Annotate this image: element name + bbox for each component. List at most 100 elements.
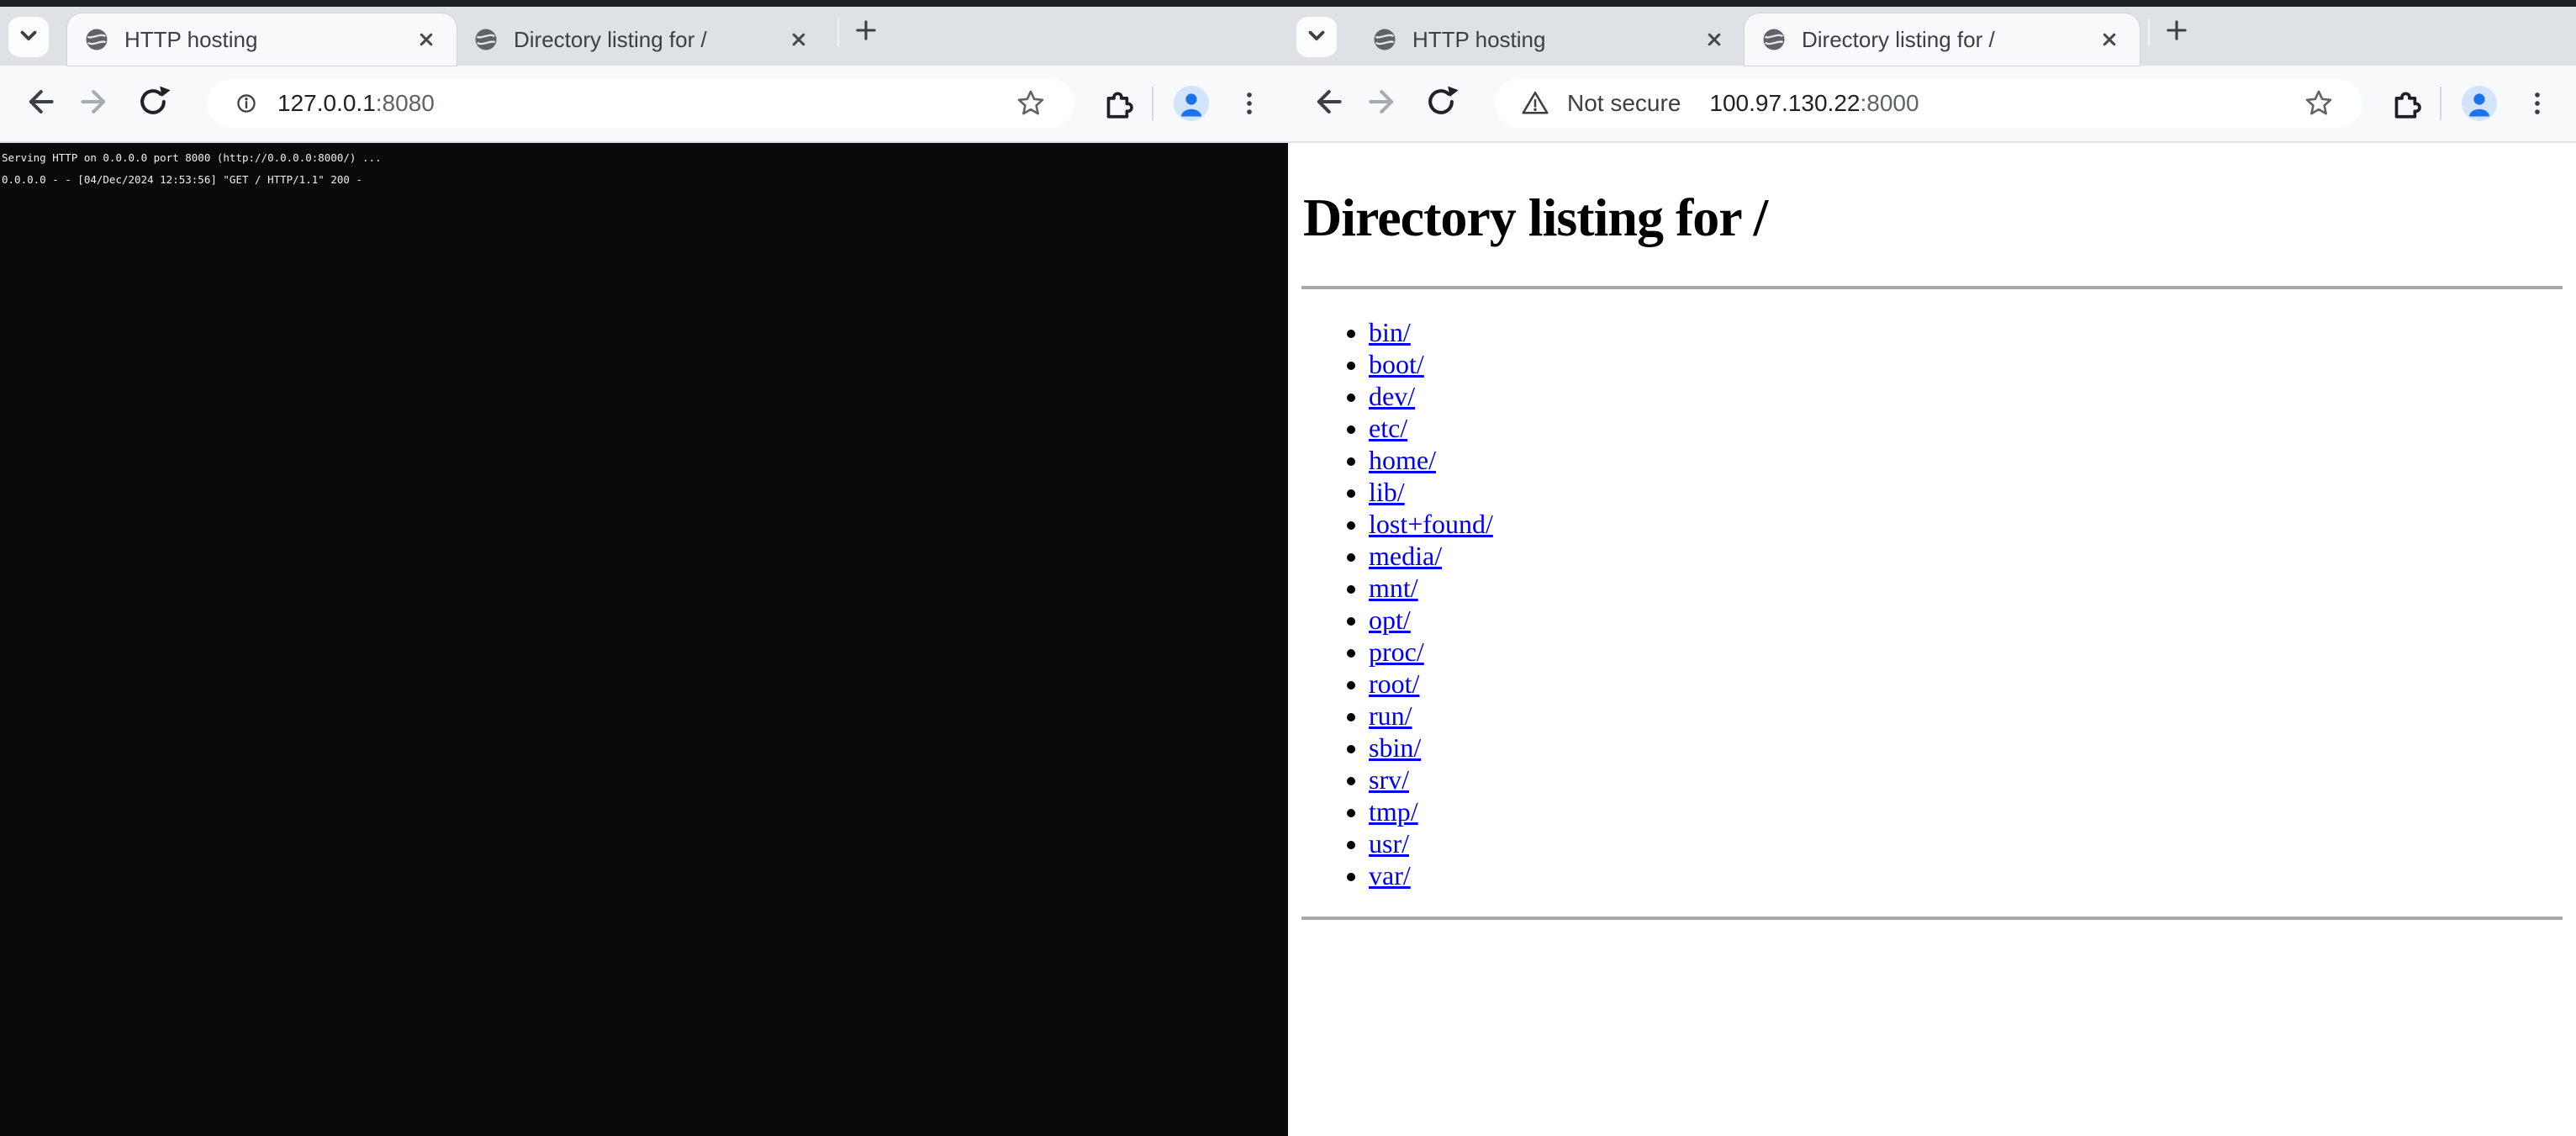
tab-title: Directory listing for / — [1802, 27, 2081, 53]
tab-title: HTTP hosting — [124, 27, 398, 53]
tab-search-button[interactable] — [8, 17, 49, 57]
url-host: 100.97.130.22 — [1709, 90, 1860, 116]
toolbar-right-group — [1074, 85, 1268, 122]
extensions-puzzle-button[interactable] — [1100, 86, 1135, 121]
list-item: tmp/ — [1369, 795, 2563, 827]
directory-link[interactable]: proc/ — [1369, 637, 1424, 667]
directory-link[interactable]: tmp/ — [1369, 796, 1418, 827]
kebab-menu-button[interactable] — [2519, 85, 2556, 122]
globe-favicon-icon — [1372, 27, 1397, 52]
url-text[interactable]: 127.0.0.1:8080 — [277, 90, 435, 117]
forward-arrow-icon — [1365, 83, 1402, 124]
tab-close-icon[interactable] — [2094, 24, 2125, 55]
back-arrow-icon — [20, 83, 57, 124]
browser-toolbar: Not secure 100.97.130.22:8000 — [1288, 66, 2576, 143]
tab-title: HTTP hosting — [1412, 27, 1686, 53]
horizontal-rule — [1301, 917, 2563, 920]
list-item: run/ — [1369, 700, 2563, 732]
directory-link[interactable]: opt/ — [1369, 605, 1411, 635]
tab-divider — [837, 18, 839, 45]
tab-http-hosting[interactable]: HTTP hosting — [67, 13, 457, 66]
directory-link[interactable]: bin/ — [1369, 317, 1411, 347]
directory-link[interactable]: boot/ — [1369, 349, 1424, 379]
directory-listing-page: Directory listing for / bin/ boot/ dev/ … — [1288, 143, 2576, 1136]
not-secure-label: Not secure — [1567, 90, 1681, 117]
new-tab-button[interactable] — [846, 12, 886, 52]
url-host: 127.0.0.1 — [277, 90, 376, 116]
not-secure-warning-icon[interactable] — [1520, 88, 1550, 119]
tab-close-icon[interactable] — [411, 24, 441, 55]
browser-toolbar: 127.0.0.1:8080 — [0, 66, 1288, 143]
url-text[interactable]: 100.97.130.22:8000 — [1709, 90, 1919, 117]
tab-directory-listing[interactable]: Directory listing for / — [1745, 13, 2140, 66]
list-item: sbin/ — [1369, 732, 2563, 763]
list-item: media/ — [1369, 540, 2563, 572]
list-item: mnt/ — [1369, 572, 2563, 604]
kebab-menu-button[interactable] — [1231, 85, 1268, 122]
plus-icon — [847, 12, 884, 53]
window-frame-edge — [0, 0, 1288, 7]
forward-arrow-icon — [77, 83, 114, 124]
bookmark-star-button[interactable] — [2302, 87, 2336, 120]
http-server-log-page: Serving HTTP on 0.0.0.0 port 8000 (http:… — [0, 143, 1288, 1136]
profile-avatar-button[interactable] — [1174, 86, 1209, 121]
directory-link[interactable]: var/ — [1369, 860, 1411, 890]
new-tab-button[interactable] — [2156, 12, 2197, 52]
tab-close-icon[interactable] — [784, 24, 814, 55]
reload-button[interactable] — [135, 85, 172, 122]
back-button[interactable] — [1308, 85, 1345, 122]
toolbar-right-group — [2362, 85, 2556, 122]
tab-strip: HTTP hosting Directory listing for / — [1288, 7, 2576, 66]
list-item: etc/ — [1369, 412, 2563, 444]
browser-window-right: HTTP hosting Directory listing for / — [1288, 0, 2576, 1136]
directory-link[interactable]: lost+found/ — [1369, 509, 1493, 539]
window-frame-edge — [1288, 0, 2576, 7]
list-item: usr/ — [1369, 827, 2563, 859]
directory-link[interactable]: root/ — [1369, 668, 1419, 699]
directory-link[interactable]: srv/ — [1369, 764, 1409, 795]
address-bar[interactable]: Not secure 100.97.130.22:8000 — [1495, 79, 2362, 128]
address-bar[interactable]: 127.0.0.1:8080 — [207, 79, 1074, 128]
horizontal-rule — [1301, 286, 2563, 289]
tab-strip: HTTP hosting Directory listing for / — [0, 7, 1288, 66]
directory-link[interactable]: run/ — [1369, 700, 1412, 731]
directory-link[interactable]: home/ — [1369, 445, 1436, 475]
globe-favicon-icon — [1761, 27, 1787, 52]
extensions-puzzle-button[interactable] — [2388, 86, 2423, 121]
browser-window-left: HTTP hosting Directory listing for / — [0, 0, 1288, 1136]
page-info-icon[interactable] — [232, 89, 261, 118]
list-item: bin/ — [1369, 316, 2563, 348]
tab-directory-listing[interactable]: Directory listing for / — [457, 13, 829, 66]
directory-link[interactable]: lib/ — [1369, 477, 1405, 507]
list-item: lib/ — [1369, 476, 2563, 508]
forward-button[interactable] — [77, 85, 114, 122]
list-item: srv/ — [1369, 763, 2563, 795]
list-item: dev/ — [1369, 380, 2563, 412]
tab-close-icon[interactable] — [1699, 24, 1729, 55]
directory-link[interactable]: sbin/ — [1369, 732, 1421, 763]
chevron-down-icon — [1300, 18, 1333, 56]
back-arrow-icon — [1308, 83, 1345, 124]
tab-http-hosting[interactable]: HTTP hosting — [1355, 13, 1745, 66]
list-item: var/ — [1369, 859, 2563, 891]
forward-button[interactable] — [1365, 85, 1402, 122]
directory-link[interactable]: usr/ — [1369, 828, 1409, 859]
directory-list: bin/ boot/ dev/ etc/ home/ lib/ lost+fou… — [1301, 316, 2563, 891]
list-item: opt/ — [1369, 604, 2563, 636]
server-log-line: 0.0.0.0 - - [04/Dec/2024 12:53:56] "GET … — [2, 169, 1288, 191]
list-item: lost+found/ — [1369, 508, 2563, 540]
reload-button[interactable] — [1423, 85, 1460, 122]
list-item: boot/ — [1369, 348, 2563, 380]
back-button[interactable] — [20, 85, 57, 122]
directory-link[interactable]: dev/ — [1369, 381, 1415, 411]
reload-icon — [135, 83, 172, 124]
list-item: home/ — [1369, 444, 2563, 476]
profile-avatar-button[interactable] — [2462, 86, 2497, 121]
bookmark-star-button[interactable] — [1014, 87, 1048, 120]
directory-link[interactable]: etc/ — [1369, 413, 1407, 443]
toolbar-separator — [1152, 87, 1153, 120]
directory-link[interactable]: media/ — [1369, 541, 1442, 571]
tab-search-button[interactable] — [1296, 17, 1337, 57]
list-item: proc/ — [1369, 636, 2563, 668]
directory-link[interactable]: mnt/ — [1369, 573, 1418, 603]
